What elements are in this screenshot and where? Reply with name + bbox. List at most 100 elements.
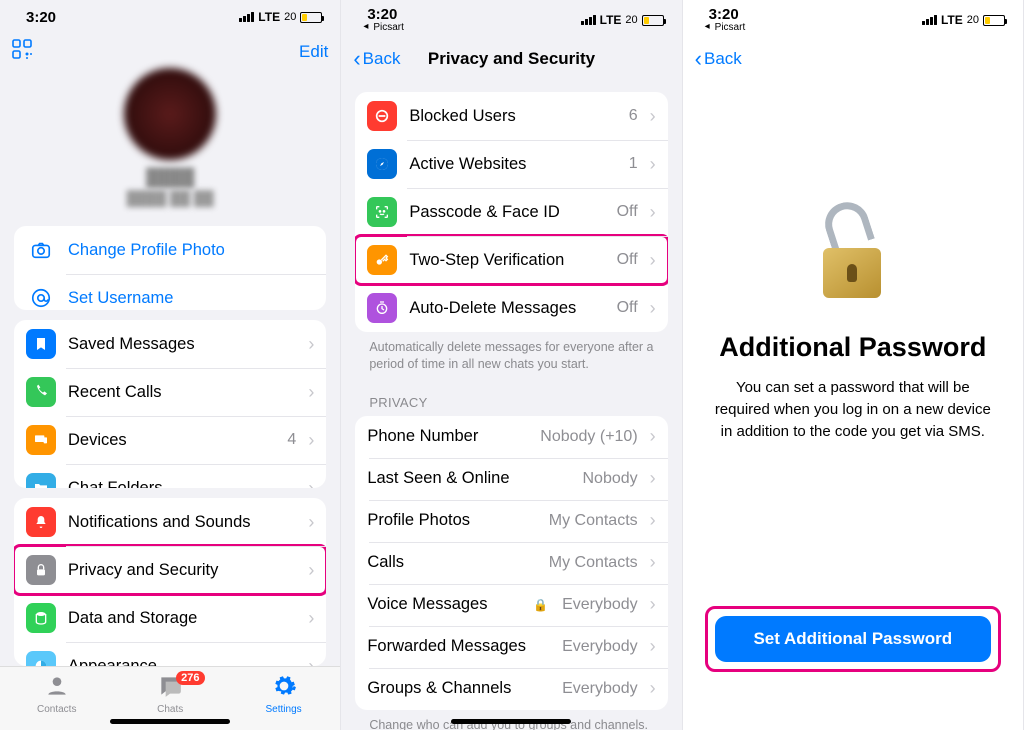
avatar[interactable] — [124, 68, 216, 160]
back-label: Back — [704, 49, 742, 69]
gear-icon — [244, 673, 324, 704]
folder-icon — [26, 473, 56, 488]
app-breadcrumb[interactable]: Picsart — [709, 23, 746, 33]
row-label: Two-Step Verification — [409, 251, 604, 270]
row-value: Off — [617, 251, 638, 269]
recent-calls-row[interactable]: Recent Calls › — [14, 368, 326, 416]
row-value: Off — [617, 203, 638, 221]
page-description: You can set a password that will be requ… — [707, 377, 999, 442]
set-password-button[interactable]: Set Additional Password — [715, 616, 991, 662]
lock-icon — [26, 555, 56, 585]
chevron-right-icon: › — [650, 468, 656, 489]
chevron-left-icon: ‹ — [695, 48, 702, 70]
saved-messages-row[interactable]: Saved Messages › — [14, 320, 326, 368]
row-value: My Contacts — [549, 554, 638, 572]
chat-folders-row[interactable]: Chat Folders › — [14, 464, 326, 488]
database-icon — [26, 603, 56, 633]
chevron-right-icon: › — [308, 608, 314, 629]
chevron-right-icon: › — [650, 594, 656, 615]
row-label: Last Seen & Online — [367, 469, 570, 488]
status-bar: 3:20 Picsart LTE 20 — [683, 0, 1023, 40]
row-label: Saved Messages — [68, 335, 296, 354]
carrier-label: LTE — [600, 13, 622, 27]
settings-group: Notifications and Sounds › Privacy and S… — [14, 498, 326, 666]
appearance-row[interactable]: Appearance › — [14, 642, 326, 666]
row-label: Blocked Users — [409, 107, 616, 126]
tab-contacts[interactable]: Contacts — [17, 673, 97, 730]
passcode-faceid-row[interactable]: Passcode & Face ID Off › — [355, 188, 667, 236]
profile-photos-row[interactable]: Profile Photos My Contacts › — [355, 500, 667, 542]
appearance-icon — [26, 651, 56, 666]
chevron-right-icon: › — [650, 510, 656, 531]
profile-actions-group: Change Profile Photo Set Username — [14, 226, 326, 310]
notifications-row[interactable]: Notifications and Sounds › — [14, 498, 326, 546]
row-label: Groups & Channels — [367, 679, 550, 698]
chevron-right-icon: › — [650, 154, 656, 175]
page-title: Additional Password — [719, 332, 986, 363]
battery-icon — [642, 15, 664, 26]
unread-badge: 276 — [176, 671, 204, 685]
home-indicator[interactable] — [451, 719, 571, 724]
home-indicator[interactable] — [110, 719, 230, 724]
qr-icon[interactable] — [12, 39, 32, 65]
tab-label: Chats — [157, 704, 183, 715]
row-value: Everybody — [562, 638, 638, 656]
change-photo-label: Change Profile Photo — [68, 241, 314, 260]
privacy-header: PRIVACY — [341, 373, 681, 416]
calls-row[interactable]: Calls My Contacts › — [355, 542, 667, 584]
settings-screen: 3:20 LTE 20 Edit ████ ████ ██ ██ Change … — [0, 0, 341, 730]
lock-icon: 🔒 — [533, 598, 548, 612]
active-websites-row[interactable]: Active Websites 1 › — [355, 140, 667, 188]
row-value: 1 — [629, 155, 638, 173]
auto-delete-footer: Automatically delete messages for everyo… — [341, 332, 681, 373]
row-label: Appearance — [68, 657, 296, 666]
battery-percent: 20 — [284, 11, 296, 23]
phone-number-row[interactable]: Phone Number Nobody (+10) › — [355, 416, 667, 458]
last-seen-row[interactable]: Last Seen & Online Nobody › — [355, 458, 667, 500]
tab-settings[interactable]: Settings — [244, 673, 324, 730]
chevron-right-icon: › — [650, 250, 656, 271]
voice-messages-row[interactable]: Voice Messages 🔒 Everybody › — [355, 584, 667, 626]
chevron-right-icon: › — [650, 202, 656, 223]
nav-bar: ‹ Back Privacy and Security — [341, 40, 681, 78]
forwarded-messages-row[interactable]: Forwarded Messages Everybody › — [355, 626, 667, 668]
data-storage-row[interactable]: Data and Storage › — [14, 594, 326, 642]
app-breadcrumb[interactable]: Picsart — [367, 23, 404, 33]
key-icon — [367, 245, 397, 275]
auto-delete-row[interactable]: Auto-Delete Messages Off › — [355, 284, 667, 332]
set-username-row[interactable]: Set Username — [14, 274, 326, 310]
devices-icon — [26, 425, 56, 455]
back-button[interactable]: ‹ Back — [695, 48, 742, 70]
contacts-icon — [17, 673, 97, 704]
two-step-verification-row[interactable]: Two-Step Verification Off › — [355, 236, 667, 284]
row-label: Notifications and Sounds — [68, 513, 296, 532]
privacy-security-row[interactable]: Privacy and Security › — [14, 546, 326, 594]
tab-label: Settings — [266, 704, 302, 715]
devices-row[interactable]: Devices 4 › — [14, 416, 326, 464]
general-group: Saved Messages › Recent Calls › Devices … — [14, 320, 326, 488]
row-label: Forwarded Messages — [367, 637, 550, 656]
groups-channels-row[interactable]: Groups & Channels Everybody › — [355, 668, 667, 710]
status-bar: 3:20 Picsart LTE 20 — [341, 0, 681, 40]
back-button[interactable]: ‹ Back — [353, 48, 400, 70]
signal-icon — [581, 15, 596, 25]
row-value: Everybody — [562, 680, 638, 698]
row-value: Everybody — [562, 596, 638, 614]
faceid-icon — [367, 197, 397, 227]
battery-percent: 20 — [967, 14, 979, 26]
nav-bar: ‹ Back — [683, 40, 1023, 78]
change-photo-row[interactable]: Change Profile Photo — [14, 226, 326, 274]
chevron-right-icon: › — [650, 426, 656, 447]
chevron-right-icon: › — [308, 430, 314, 451]
blocked-users-row[interactable]: Blocked Users 6 › — [355, 92, 667, 140]
nav-bar: Edit — [0, 35, 340, 68]
row-label: Passcode & Face ID — [409, 203, 604, 222]
cta-highlight: Set Additional Password — [707, 608, 999, 670]
status-bar: 3:20 LTE 20 — [0, 0, 340, 35]
edit-button[interactable]: Edit — [299, 42, 328, 62]
row-value: 6 — [629, 107, 638, 125]
chevron-right-icon: › — [308, 334, 314, 355]
row-value: Nobody — [583, 470, 638, 488]
at-icon — [26, 283, 56, 310]
tab-bar: Contacts 276 Chats Settings — [0, 666, 340, 730]
